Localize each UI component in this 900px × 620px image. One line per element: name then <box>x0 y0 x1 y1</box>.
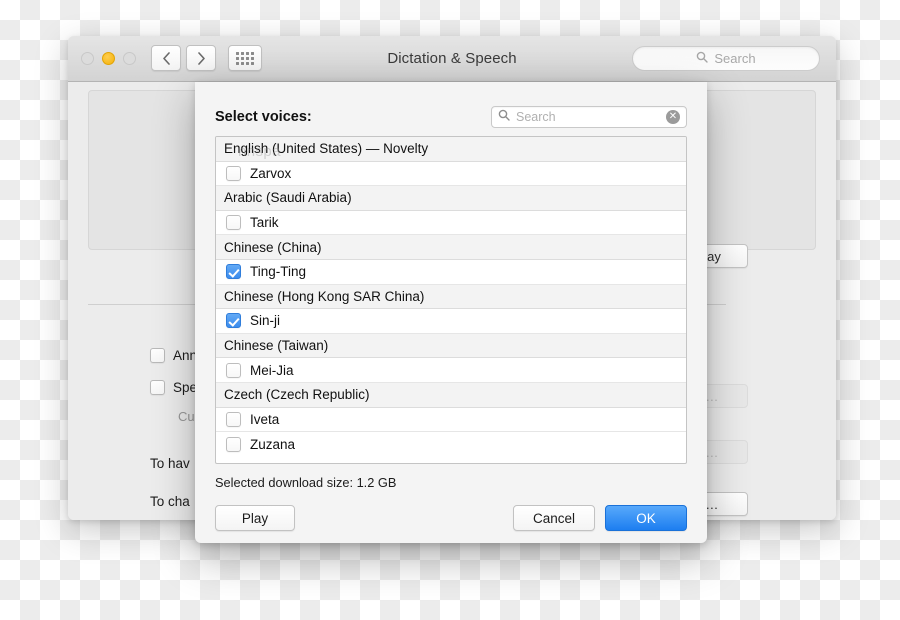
screenshot-canvas: Dictation & Speech Search ay Ann Spe Cur <box>0 0 900 620</box>
voice-label: Tarik <box>250 215 279 231</box>
toolbar-search-field[interactable]: Search <box>632 46 820 71</box>
voice-search-placeholder: Search <box>516 110 556 124</box>
voice-row[interactable]: Zarvox <box>216 161 686 187</box>
voice-group-header: Chinese (Taiwan) <box>216 333 686 359</box>
sheet-title: Select voices: <box>215 109 312 125</box>
sheet-action-bar: Play Cancel OK <box>215 505 687 531</box>
voice-checkbox[interactable] <box>226 436 241 452</box>
background-checkbox-row-announce[interactable]: Ann <box>150 348 197 363</box>
download-size-label: Selected download size: 1.2 GB <box>215 475 397 490</box>
search-icon <box>498 108 510 126</box>
voice-label: Sin-ji <box>250 313 281 329</box>
voice-row[interactable]: Ting-Ting <box>216 259 686 285</box>
voice-group-label: Chinese (China) <box>224 239 322 255</box>
background-text-line-2: To cha <box>150 494 190 509</box>
voice-checkbox[interactable] <box>226 215 241 231</box>
window-titlebar: Dictation & Speech Search <box>68 36 836 82</box>
checkbox-announce-label: Ann <box>173 348 198 363</box>
voice-group-label: Czech (Czech Republic) <box>224 387 370 403</box>
checkbox-speak-label: Spe <box>173 380 198 395</box>
play-button[interactable]: Play <box>215 505 295 531</box>
voice-group-header: Czech (Czech Republic) <box>216 382 686 408</box>
search-icon <box>696 50 709 68</box>
clear-search-icon[interactable]: ✕ <box>666 110 680 124</box>
voice-group-label: Arabic (Saudi Arabia) <box>224 190 352 206</box>
voice-search-field[interactable]: Search ✕ <box>491 106 687 128</box>
voice-label: Iveta <box>250 411 280 427</box>
voice-row[interactable]: Zuzana <box>216 432 686 457</box>
voice-label: Zuzana <box>250 436 296 452</box>
voice-row[interactable]: Iveta <box>216 407 686 433</box>
voice-group-header: Chinese (Hong Kong SAR China) <box>216 284 686 310</box>
voice-row[interactable]: Tarik <box>216 210 686 236</box>
cancel-button[interactable]: Cancel <box>513 505 595 531</box>
checkbox-speak[interactable] <box>150 380 165 395</box>
voice-checkbox[interactable] <box>226 165 241 181</box>
background-text-line-1: To hav <box>150 456 190 471</box>
ok-button[interactable]: OK <box>605 505 687 531</box>
select-voices-sheet: Select voices: Search ✕ English (United … <box>195 82 707 543</box>
background-checkbox-row-speak[interactable]: Spe <box>150 380 197 395</box>
voice-label: Zarvox <box>250 165 292 181</box>
voice-group-header: Arabic (Saudi Arabia) <box>216 186 686 211</box>
voice-checkbox[interactable] <box>226 313 241 329</box>
voice-label: Ting-Ting <box>250 264 307 280</box>
voice-checkbox[interactable] <box>226 264 241 280</box>
voice-list[interactable]: English (United States) — Novelty Zarvox A… <box>215 136 687 464</box>
voice-checkbox[interactable] <box>226 362 241 378</box>
voice-label: Mei-Jia <box>250 362 294 378</box>
checkbox-announce[interactable] <box>150 348 165 363</box>
voice-list-rows: English (United States) — Novelty Zarvox A… <box>216 137 686 457</box>
voice-group-header: Chinese (China) <box>216 235 686 260</box>
voice-row[interactable]: Sin-ji <box>216 309 686 334</box>
voice-group-label: English (United States) — Novelty <box>224 141 429 157</box>
sheet-header: Select voices: Search ✕ <box>215 82 687 136</box>
voice-checkbox[interactable] <box>226 411 241 427</box>
voice-group-label: Chinese (Taiwan) <box>224 338 329 354</box>
toolbar-search-placeholder: Search <box>714 51 756 66</box>
voice-row[interactable]: Mei-Jia <box>216 358 686 383</box>
voice-group-header: English (United States) — Novelty <box>216 137 686 162</box>
voice-group-label: Chinese (Hong Kong SAR China) <box>224 288 425 304</box>
